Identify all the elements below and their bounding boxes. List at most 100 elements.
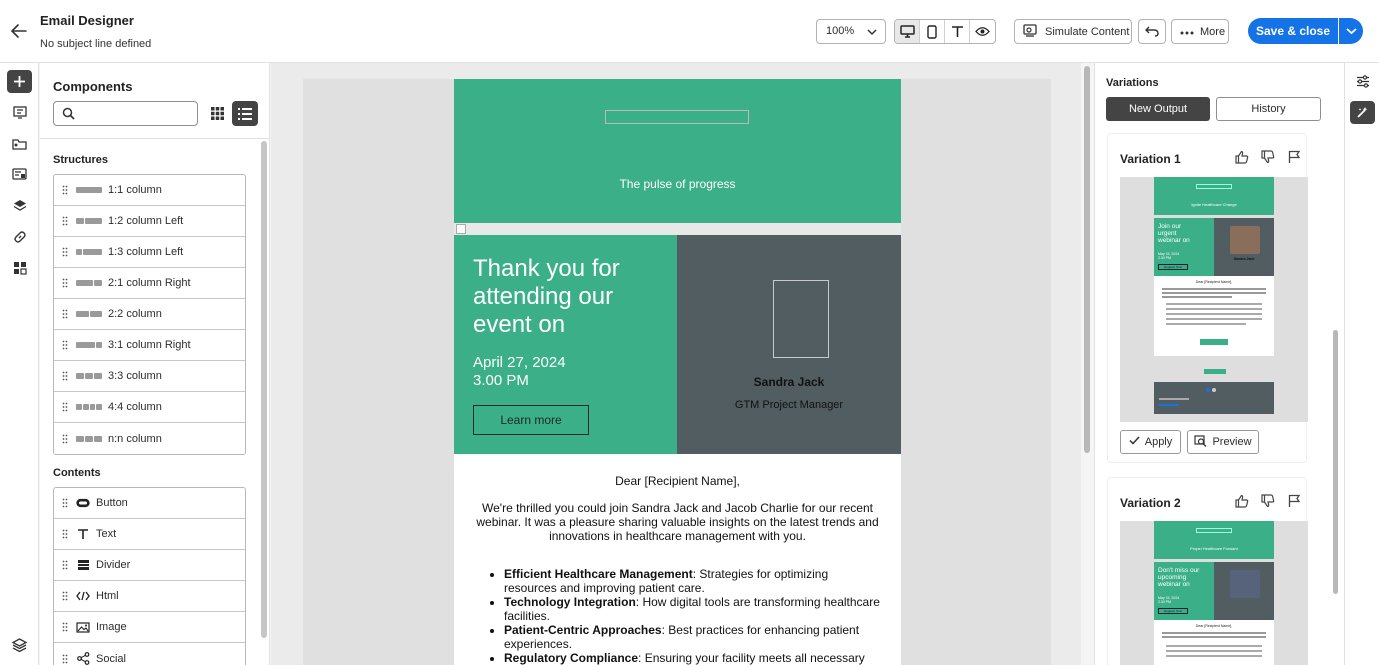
zoom-select[interactable]: 100%: [816, 19, 886, 44]
grid-view-icon[interactable]: [205, 101, 229, 126]
thumb-hero-left: Join our urgent webinar on May 15, 2024 …: [1154, 218, 1214, 276]
thumbs-up-icon[interactable]: [1233, 148, 1251, 166]
topics-list[interactable]: Efficient Healthcare Management: Strateg…: [504, 567, 882, 665]
layers-icon[interactable]: [7, 194, 32, 217]
help-layers-icon[interactable]: [7, 633, 32, 656]
ai-assistant-icon[interactable]: [1350, 101, 1375, 124]
more-button[interactable]: More: [1171, 19, 1229, 44]
save-and-close-button[interactable]: Save & close: [1248, 18, 1338, 44]
topic-list-item[interactable]: Efficient Healthcare Management: Strateg…: [504, 567, 882, 595]
hero-left-column[interactable]: Thank you for attending our event on Apr…: [454, 235, 677, 454]
drag-handle-icon[interactable]: [62, 309, 68, 319]
desktop-view-icon[interactable]: [895, 20, 920, 43]
structure-item[interactable]: 1:2 column Left: [54, 206, 245, 237]
structure-item[interactable]: 3:3 column: [54, 361, 245, 392]
canvas-scrollbar[interactable]: [1084, 66, 1090, 453]
structures-heading: Structures: [53, 154, 109, 166]
structure-item[interactable]: 2:2 column: [54, 299, 245, 330]
drag-handle-icon[interactable]: [62, 402, 68, 412]
drag-handle-icon[interactable]: [62, 185, 68, 195]
link-icon[interactable]: [7, 225, 32, 248]
back-arrow-icon[interactable]: [8, 20, 30, 42]
structure-item[interactable]: 1:3 column Left: [54, 237, 245, 268]
hero-date[interactable]: April 27, 2024: [473, 354, 566, 371]
content-item[interactable]: Image: [54, 612, 245, 643]
more-dots-icon: [1180, 26, 1194, 38]
text-view-icon[interactable]: [945, 20, 970, 43]
apply-button[interactable]: Apply: [1120, 430, 1181, 454]
structure-label: n:n column: [108, 432, 162, 445]
broken-logo-image[interactable]: [605, 110, 749, 124]
greeting-text[interactable]: Dear [Recipient Name],: [454, 474, 901, 488]
thumbs-up-icon[interactable]: [1233, 492, 1251, 510]
drag-handle-icon[interactable]: [62, 247, 68, 257]
list-view-icon[interactable]: [232, 101, 258, 126]
variation-thumbnail[interactable]: Ignite Healthcare Change Join our urgent…: [1120, 177, 1308, 422]
hero-title[interactable]: Thank you for attending our event on: [473, 255, 663, 339]
new-output-button[interactable]: New Output: [1106, 97, 1210, 121]
structures-list: 1:1 column 1:2 column Left 1:3 column Left…: [53, 174, 246, 455]
topic-list-item[interactable]: Patient-Centric Approaches: Best practic…: [504, 623, 882, 651]
flag-icon[interactable]: [1285, 492, 1303, 510]
drag-handle-icon[interactable]: [62, 560, 68, 570]
column-layout-icon: [76, 311, 102, 317]
email-canvas: The pulse of progress Thank you for atte…: [271, 63, 1081, 665]
chevron-down-icon: [867, 27, 877, 39]
drag-handle-icon[interactable]: [62, 622, 68, 632]
panel-divider: [40, 138, 269, 139]
undo-button[interactable]: [1138, 19, 1166, 44]
structure-item[interactable]: n:n column: [54, 423, 245, 454]
drag-handle-icon[interactable]: [62, 498, 68, 508]
thumb-greeting: Dear [Recipient Name],: [1195, 280, 1233, 284]
drag-handle-icon[interactable]: [62, 529, 68, 539]
drag-handle-icon[interactable]: [62, 216, 68, 226]
speaker-name[interactable]: Sandra Jack: [677, 375, 901, 389]
intro-text[interactable]: We're thrilled you could join Sandra Jac…: [474, 501, 881, 543]
email-tagline[interactable]: The pulse of progress: [454, 177, 901, 191]
thumbs-down-icon[interactable]: [1259, 148, 1277, 166]
speaker-role[interactable]: GTM Project Manager: [677, 399, 901, 411]
topic-list-item[interactable]: Technology Integration: How digital tool…: [504, 595, 882, 623]
content-item[interactable]: Social: [54, 643, 245, 665]
drag-handle-icon[interactable]: [62, 654, 68, 664]
components-scrollbar[interactable]: [261, 141, 267, 638]
structure-item[interactable]: 2:1 column Right: [54, 268, 245, 299]
hero-right-column[interactable]: Sandra Jack GTM Project Manager: [677, 235, 901, 454]
drag-handle-icon[interactable]: [62, 278, 68, 288]
history-button[interactable]: History: [1216, 97, 1321, 121]
layers-card-icon[interactable]: [7, 163, 32, 186]
flag-icon[interactable]: [1285, 148, 1303, 166]
speaker-photo[interactable]: [773, 280, 829, 358]
structure-item[interactable]: 4:4 column: [54, 392, 245, 423]
thumbs-down-icon[interactable]: [1259, 492, 1277, 510]
learn-more-button[interactable]: Learn more: [473, 405, 589, 435]
email-header-block[interactable]: The pulse of progress: [454, 79, 901, 223]
hero-time[interactable]: 3.00 PM: [473, 372, 529, 389]
content-item[interactable]: Text: [54, 519, 245, 550]
drag-handle-icon[interactable]: [62, 434, 68, 444]
page-title: Email Designer: [40, 13, 134, 28]
component-search-input[interactable]: [53, 101, 198, 126]
drag-handle-icon[interactable]: [62, 591, 68, 601]
drag-handle-icon[interactable]: [62, 371, 68, 381]
preview-eye-icon[interactable]: [970, 20, 995, 43]
variation-thumbnail[interactable]: Propel Healthcare Forward Don't miss our…: [1120, 521, 1308, 665]
topic-list-item[interactable]: Regulatory Compliance: Ensuring your fac…: [504, 651, 882, 665]
preview-button[interactable]: Preview: [1187, 430, 1259, 454]
save-options-dropdown[interactable]: [1339, 18, 1363, 44]
settings-sliders-icon[interactable]: [1350, 70, 1375, 93]
add-components-icon[interactable]: [7, 70, 32, 93]
content-item[interactable]: Divider: [54, 550, 245, 581]
widgets-icon[interactable]: [7, 256, 32, 279]
fragments-icon[interactable]: [7, 101, 32, 124]
mobile-view-icon[interactable]: [920, 20, 945, 43]
assets-icon[interactable]: [7, 132, 32, 155]
email-body[interactable]: Dear [Recipient Name], We're thrilled yo…: [454, 454, 901, 665]
structure-item[interactable]: 3:1 column Right: [54, 330, 245, 361]
content-item[interactable]: Html: [54, 581, 245, 612]
drag-handle-icon[interactable]: [62, 340, 68, 350]
content-item[interactable]: Button: [54, 488, 245, 519]
structure-item[interactable]: 1:1 column: [54, 175, 245, 206]
variations-scrollbar[interactable]: [1333, 330, 1338, 594]
simulate-content-button[interactable]: Simulate Content: [1014, 19, 1132, 44]
